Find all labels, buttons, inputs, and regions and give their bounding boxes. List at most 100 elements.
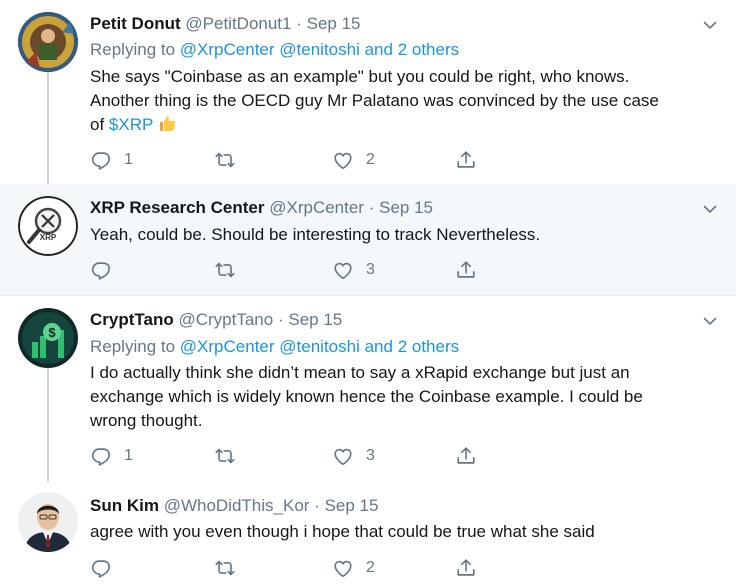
tweet-actions: 3 — [90, 258, 490, 282]
retweet-button[interactable] — [214, 258, 236, 282]
retweet-icon — [214, 149, 236, 171]
retweet-button[interactable] — [214, 148, 236, 172]
and-label[interactable]: and — [365, 40, 393, 59]
reply-count: 1 — [124, 151, 133, 168]
like-button[interactable]: 2 — [332, 556, 375, 580]
like-icon — [332, 445, 354, 467]
user-handle[interactable]: @CryptTano — [178, 310, 273, 329]
display-name[interactable]: XRP Research Center — [90, 198, 265, 217]
replying-to-label: Replying to — [90, 337, 176, 356]
user-handle[interactable]: @XrpCenter — [269, 198, 364, 217]
tweet-text-line: of $XRP — [90, 113, 700, 137]
tweet-actions: 1 2 — [90, 148, 490, 172]
like-count: 3 — [366, 447, 375, 464]
display-name[interactable]: Sun Kim — [90, 496, 159, 515]
reply-count: 1 — [124, 447, 133, 464]
separator-dot: · — [296, 14, 302, 33]
tweet-text-line: Another thing is the OECD guy Mr Palatan… — [90, 91, 659, 110]
separator-dot: · — [368, 198, 375, 217]
tweet-text-line: She says "Coinbase as an example" but yo… — [90, 67, 630, 86]
and-label[interactable]: and — [365, 337, 393, 356]
avatar[interactable] — [18, 12, 78, 72]
tweet-text: She says "Coinbase as an example" but yo… — [90, 65, 700, 137]
tweet-text-line: I do actually think she didn’t mean to s… — [90, 363, 630, 382]
chevron-down-icon[interactable] — [700, 311, 720, 331]
display-name[interactable]: CryptTano — [90, 310, 174, 329]
user-handle[interactable]: @PetitDonut1 — [185, 14, 291, 33]
retweet-icon — [214, 557, 236, 579]
tweet-header: CryptTano @CryptTano · Sep 15 — [90, 310, 342, 330]
reply-icon — [90, 445, 112, 467]
like-icon — [332, 259, 354, 281]
display-name[interactable]: Petit Donut — [90, 14, 181, 33]
retweet-icon — [214, 259, 236, 281]
reply-icon — [90, 259, 112, 281]
mention-link-xrpcenter[interactable]: @XrpCenter — [180, 40, 275, 59]
tweet-text: Yeah, could be. Should be interesting to… — [90, 225, 541, 244]
others-link[interactable]: 2 others — [398, 40, 459, 59]
reply-icon — [90, 149, 112, 171]
replying-to: Replying to @XrpCenter @tenitoshi and 2 … — [90, 40, 459, 60]
chevron-down-icon[interactable] — [700, 199, 720, 219]
tweet-header: XRP Research Center @XrpCenter · Sep 15 — [90, 198, 433, 218]
like-icon — [332, 557, 354, 579]
tweet-petit-donut[interactable]: Petit Donut @PetitDonut1 · Sep 15 Replyi… — [0, 0, 736, 184]
svg-text:$: $ — [48, 325, 56, 340]
retweet-icon — [214, 445, 236, 467]
reply-icon — [90, 557, 112, 579]
cashtag-link[interactable]: $XRP — [109, 115, 153, 134]
share-button[interactable] — [455, 148, 477, 172]
avatar-logo-text: XRP — [40, 233, 57, 242]
separator-dot: · — [277, 310, 284, 329]
thread-connector-line — [47, 72, 49, 184]
like-count: 2 — [366, 151, 375, 168]
share-button[interactable] — [455, 258, 477, 282]
chevron-down-icon[interactable] — [700, 15, 720, 35]
like-button[interactable]: 3 — [332, 258, 375, 282]
like-count: 2 — [366, 559, 375, 576]
avatar[interactable]: $ — [18, 308, 78, 368]
timestamp[interactable]: Sep 15 — [288, 310, 342, 329]
like-icon — [332, 149, 354, 171]
share-button[interactable] — [455, 444, 477, 468]
separator-dot: · — [314, 496, 320, 515]
tweet-text-line: wrong thought. — [90, 411, 203, 430]
share-icon — [455, 445, 477, 467]
tweet-text-line: exchange which is widely known hence the… — [90, 387, 643, 406]
tweet-actions: 2 — [90, 556, 490, 580]
reply-button[interactable] — [90, 258, 112, 282]
avatar[interactable] — [18, 492, 78, 552]
tweet-text: I do actually think she didn’t mean to s… — [90, 361, 700, 433]
tweet-text: agree with you even though i hope that c… — [90, 522, 595, 541]
share-button[interactable] — [455, 556, 477, 580]
avatar[interactable]: XRP — [18, 196, 78, 256]
reply-button[interactable]: 1 — [90, 148, 133, 172]
retweet-button[interactable] — [214, 444, 236, 468]
tweet-sun-kim[interactable]: Sun Kim @WhoDidThis_Kor · Sep 15 agree w… — [0, 482, 736, 587]
others-link[interactable]: 2 others — [398, 337, 459, 356]
timestamp[interactable]: Sep 15 — [379, 198, 433, 217]
mention-link-tenitoshi[interactable]: @tenitoshi — [279, 337, 360, 356]
tweet-header: Sun Kim @WhoDidThis_Kor · Sep 15 — [90, 496, 378, 516]
replying-to: Replying to @XrpCenter @tenitoshi and 2 … — [90, 337, 459, 357]
share-icon — [455, 149, 477, 171]
thread-connector-line — [47, 368, 49, 482]
mention-link-xrpcenter[interactable]: @XrpCenter — [180, 337, 275, 356]
replying-to-label: Replying to — [90, 40, 176, 59]
tweet-header: Petit Donut @PetitDonut1 · Sep 15 — [90, 14, 361, 34]
user-handle[interactable]: @WhoDidThis_Kor — [164, 496, 310, 515]
share-icon — [455, 259, 477, 281]
timestamp[interactable]: Sep 15 — [325, 496, 379, 515]
reply-button[interactable] — [90, 556, 112, 580]
mention-link-tenitoshi[interactable]: @tenitoshi — [279, 40, 360, 59]
tweet-crypttano[interactable]: $ CryptTano @CryptTano · Sep 15 Replying… — [0, 296, 736, 482]
tweet-xrp-research-center[interactable]: XRP XRP Research Center @XrpCenter · Sep… — [0, 184, 736, 295]
timestamp[interactable]: Sep 15 — [307, 14, 361, 33]
like-button[interactable]: 2 — [332, 148, 375, 172]
retweet-button[interactable] — [214, 556, 236, 580]
tweet-actions: 1 3 — [90, 444, 490, 468]
thumbs-up-emoji — [159, 116, 175, 131]
like-button[interactable]: 3 — [332, 444, 375, 468]
reply-button[interactable]: 1 — [90, 444, 133, 468]
share-icon — [455, 557, 477, 579]
